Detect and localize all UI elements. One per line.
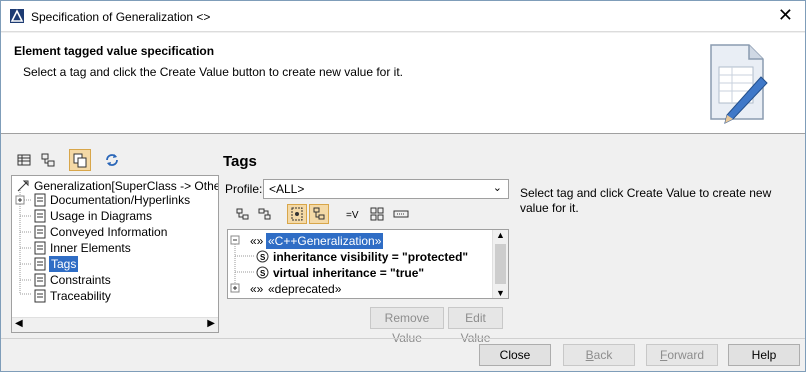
back-label: ack	[593, 348, 613, 362]
panel-description: Select tag and click Create Value to cre…	[520, 186, 772, 215]
compact-view-button[interactable]	[391, 204, 411, 224]
table-icon	[17, 154, 31, 166]
profile-select[interactable]: <ALL> ⌄	[263, 179, 509, 199]
tags-tree: «» «C++Generalization» S inheritance vis…	[227, 229, 509, 299]
help-button[interactable]: Help	[728, 344, 800, 366]
scroll-left-icon[interactable]: ◀	[15, 318, 23, 329]
profile-value: <ALL>	[269, 182, 305, 196]
specification-window: Specification of Generalization <> ✕ Ele…	[0, 0, 806, 372]
tag-item-label: virtual inheritance = "true"	[273, 266, 425, 280]
tree-item-label: Traceability	[50, 289, 111, 303]
group-by-stereotype-button[interactable]	[287, 204, 307, 224]
tree-item-label: Conveyed Information	[50, 225, 168, 239]
tag-property-icon: S	[256, 250, 269, 263]
page-icon	[34, 241, 46, 255]
panel-title: Tags	[223, 153, 257, 170]
forward-label: orward	[667, 348, 705, 362]
scroll-down-icon[interactable]: ▼	[496, 288, 505, 298]
tree-icon	[313, 207, 325, 220]
scroll-thumb[interactable]	[495, 244, 506, 284]
page-icon	[34, 209, 46, 223]
page-icon	[34, 257, 46, 271]
equals-v-icon: =V	[346, 210, 359, 221]
tree-item-label: Tags	[49, 256, 79, 272]
tree-view-button[interactable]	[37, 149, 59, 171]
refresh-icon	[106, 154, 118, 166]
edit-value-button[interactable]: Edit Value	[448, 307, 503, 345]
show-values-button[interactable]: =V	[343, 204, 363, 224]
page-icon	[34, 273, 46, 287]
compact-icon	[393, 210, 409, 218]
scroll-right-icon[interactable]: ▶	[207, 318, 215, 329]
svg-text:=V: =V	[346, 210, 359, 221]
stereotype-icon: «»	[250, 234, 264, 248]
profile-label: Profile:	[225, 182, 263, 196]
forward-button[interactable]: Forward	[646, 344, 718, 366]
svg-text:S: S	[260, 269, 266, 278]
tree-item-label: Constraints	[50, 273, 111, 287]
expand-all-button[interactable]	[233, 204, 253, 224]
collapse-icon	[258, 208, 271, 220]
tree-item-label: Usage in Diagrams	[50, 209, 153, 223]
chevron-down-icon: ⌄	[492, 182, 502, 194]
tag-item-label: inheritance visibility = "protected"	[273, 250, 469, 264]
page-icon	[34, 225, 46, 239]
title-bar: Specification of Generalization <> ✕	[1, 1, 805, 32]
generalization-icon	[17, 180, 29, 192]
stereotype-icon: «»	[250, 282, 264, 296]
tag-group-label: «C++Generalization»	[266, 233, 384, 249]
back-mnemonic: B	[585, 348, 594, 362]
close-button[interactable]: Close	[479, 344, 551, 366]
copy-icon	[73, 153, 87, 168]
refresh-button[interactable]	[101, 149, 123, 171]
close-icon[interactable]: ✕	[778, 5, 793, 25]
header-subtitle: Select a tag and click the Create Value …	[23, 65, 403, 79]
tag-property-icon: S	[256, 266, 269, 279]
collapse-all-button[interactable]	[255, 204, 275, 224]
document-pencil-icon	[710, 44, 768, 124]
copy-view-button[interactable]	[69, 149, 91, 171]
tree-horizontal-scrollbar[interactable]: ◀ ▶	[12, 317, 218, 332]
header-banner: Element tagged value specification Selec…	[1, 33, 805, 134]
expand-icon	[236, 208, 249, 220]
svg-text:S: S	[260, 253, 266, 262]
tree-item-label: Inner Elements	[50, 241, 131, 255]
back-button[interactable]: Back	[563, 344, 635, 366]
page-icon	[34, 289, 46, 303]
tags-vertical-scrollbar[interactable]: ▲ ▼	[492, 230, 508, 298]
stereotype-group-icon	[291, 207, 303, 221]
tag-group-label: «deprecated»	[268, 282, 342, 296]
divider	[1, 338, 805, 339]
page-icon	[34, 193, 46, 207]
grid-icon	[370, 207, 384, 221]
header-title: Element tagged value specification	[14, 44, 215, 58]
show-tree-button[interactable]	[309, 204, 329, 224]
scroll-up-icon[interactable]: ▲	[496, 230, 505, 240]
hierarchy-icon	[41, 153, 55, 167]
grid-view-button[interactable]	[367, 204, 387, 224]
navigation-tree: Generalization[SuperClass -> OtherBas Do…	[11, 175, 219, 333]
app-icon	[10, 9, 24, 23]
table-view-button[interactable]	[13, 149, 35, 171]
window-title: Specification of Generalization <>	[31, 10, 211, 24]
remove-value-button[interactable]: Remove Value	[370, 307, 444, 345]
tree-item-label: Documentation/Hyperlinks	[50, 193, 191, 207]
